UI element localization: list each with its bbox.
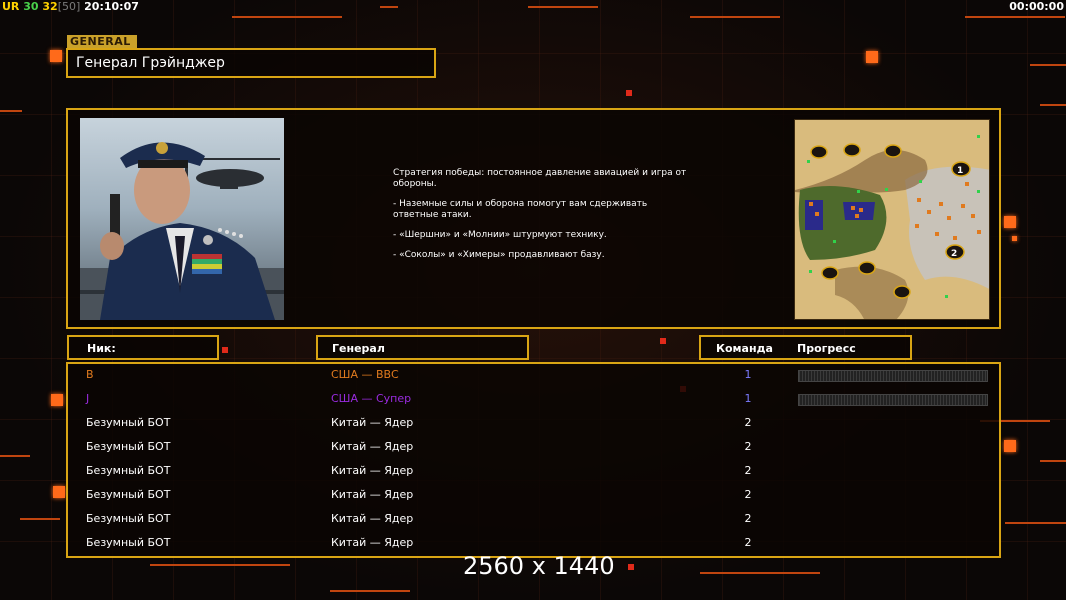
table-row[interactable]: Безумный БОТ Китай — Ядер 2 (0, 416, 1066, 440)
general-name: Генерал Грэйнджер (76, 55, 225, 71)
table-row[interactable]: J США — Супер 1 (0, 392, 1066, 416)
status-bar: UR 30 32[50] 20:10:07 (2, 0, 139, 13)
player-nick: J (86, 392, 90, 405)
strategy-line: - Наземные силы и оборона помогут вам сд… (393, 199, 648, 220)
player-general: Китай — Ядер (331, 464, 414, 477)
player-nick: Безумный БОТ (86, 536, 171, 549)
strategy-line: - «Соколы» и «Химеры» продавливают базу. (393, 250, 605, 260)
minimap: 1 2 (794, 119, 990, 320)
player-team: 1 (744, 368, 752, 381)
general-portrait (80, 118, 284, 320)
header-team-progress: Команда Прогресс (699, 335, 912, 360)
general-name-box: Генерал Грэйнджер (66, 48, 436, 78)
player-general: Китай — Ядер (331, 440, 414, 453)
player-nick: Безумный БОТ (86, 488, 171, 501)
player-general: Китай — Ядер (331, 488, 414, 501)
stat-32: 32 (42, 0, 58, 13)
player-team: 2 (744, 464, 752, 477)
player-general: Китай — Ядер (331, 416, 414, 429)
strategy-line: - «Шершни» и «Молнии» штурмуют технику. (393, 230, 607, 240)
start-1-label: 1 (957, 166, 963, 176)
match-timer: 00:00:00 (1009, 0, 1064, 13)
stat-50: [50] (57, 0, 81, 13)
general-tag: GENERAL (67, 35, 137, 48)
table-row[interactable]: Безумный БОТ Китай — Ядер 2 (0, 512, 1066, 536)
player-team: 2 (744, 416, 752, 429)
player-team: 2 (744, 488, 752, 501)
stat-30: 30 (23, 0, 39, 13)
player-team: 2 (744, 440, 752, 453)
table-row[interactable]: Безумный БОТ Китай — Ядер 2 (0, 464, 1066, 488)
header-progress-label: Прогресс (797, 342, 856, 355)
player-general: США — Супер (331, 392, 412, 405)
progress-bar (798, 394, 988, 406)
player-nick: Безумный БОТ (86, 416, 171, 429)
ur-label: UR (2, 0, 20, 13)
player-nick: Безумный БОТ (86, 512, 171, 525)
progress-bar (798, 370, 988, 382)
player-nick: Безумный БОТ (86, 440, 171, 453)
header-general: Генерал (316, 335, 529, 360)
player-general: Китай — Ядер (331, 536, 414, 549)
player-general: США — ВВС (331, 368, 399, 381)
table-row[interactable]: B США — ВВС 1 (0, 368, 1066, 392)
table-row[interactable]: Безумный БОТ Китай — Ядер 2 (0, 440, 1066, 464)
strategy-text: Стратегия победы: постоянное давление ав… (393, 168, 693, 270)
header-nick-label: Ник: (87, 342, 116, 355)
table-row[interactable]: Безумный БОТ Китай — Ядер 2 (0, 488, 1066, 512)
clock: 20:10:07 (84, 0, 139, 13)
header-team-label: Команда (716, 342, 773, 355)
player-nick: B (86, 368, 94, 381)
player-team: 1 (744, 392, 752, 405)
start-2-label: 2 (951, 249, 957, 259)
player-team: 2 (744, 536, 752, 549)
header-nick: Ник: (67, 335, 219, 360)
header-general-label: Генерал (332, 342, 385, 355)
resolution-label: 2560 x 1440 (463, 552, 615, 580)
strategy-line: Стратегия победы: постоянное давление ав… (393, 168, 687, 189)
player-nick: Безумный БОТ (86, 464, 171, 477)
player-general: Китай — Ядер (331, 512, 414, 525)
player-team: 2 (744, 512, 752, 525)
